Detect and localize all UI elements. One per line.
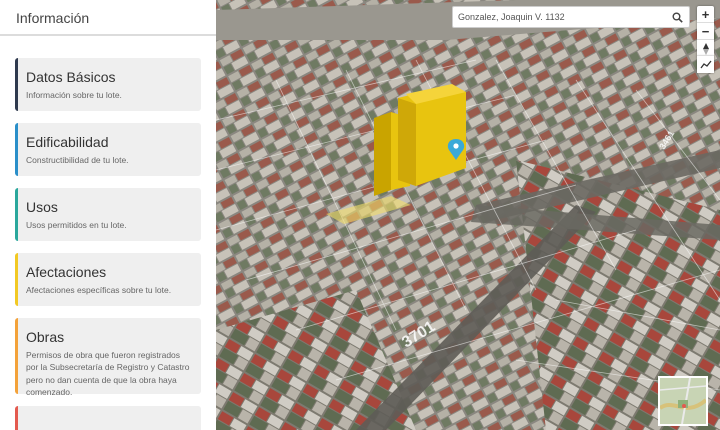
card-title: Usos xyxy=(26,199,58,215)
line-chart-icon xyxy=(699,60,712,68)
zoom-out-button[interactable]: − xyxy=(697,23,714,40)
compass-button[interactable] xyxy=(697,40,714,57)
info-sidebar: Información Datos Básicos Información so… xyxy=(0,0,216,430)
minimap-image xyxy=(660,378,706,424)
card-title: Obras xyxy=(26,329,65,345)
card-description: Afectaciones específicas sobre tu lote. xyxy=(26,285,172,295)
card-description: Información sobre tu lote. xyxy=(26,90,122,100)
search-icon[interactable] xyxy=(666,7,688,27)
address-search-box xyxy=(452,6,690,28)
card-description: Usos permitidos en tu lote. xyxy=(26,220,127,230)
zoom-in-button[interactable]: + xyxy=(697,6,714,23)
card-title: Edificabilidad xyxy=(26,134,109,150)
sidebar-header: Información xyxy=(0,0,216,36)
card-obras[interactable]: Obras Permisos de obra que fueron regist… xyxy=(15,318,201,397)
terrain-profile-button[interactable] xyxy=(697,56,714,73)
compass-icon xyxy=(702,42,709,55)
card-afectaciones[interactable]: Afectaciones Afectaciones específicas so… xyxy=(15,253,201,306)
card-partial-next[interactable] xyxy=(15,406,201,430)
card-description: Permisos de obra que fueron registrados … xyxy=(26,350,190,397)
address-search-input[interactable] xyxy=(458,12,666,22)
map-controls: + − xyxy=(697,6,714,57)
minimap[interactable] xyxy=(658,376,708,426)
card-title: Datos Básicos xyxy=(26,69,116,85)
sidebar-title: Información xyxy=(16,10,90,26)
card-edificabilidad[interactable]: Edificabilidad Constructibilidad de tu l… xyxy=(15,123,201,176)
card-datos-basicos[interactable]: Datos Básicos Información sobre tu lote. xyxy=(15,58,201,111)
card-usos[interactable]: Usos Usos permitidos en tu lote. xyxy=(15,188,201,241)
info-cards: Datos Básicos Información sobre tu lote.… xyxy=(15,58,201,430)
map-3d-view[interactable]: 3701 3461 + − xyxy=(216,0,720,430)
card-description: Constructibilidad de tu lote. xyxy=(26,155,129,165)
aerial-imagery[interactable]: 3701 3461 xyxy=(216,0,720,430)
card-title: Afectaciones xyxy=(26,264,107,280)
